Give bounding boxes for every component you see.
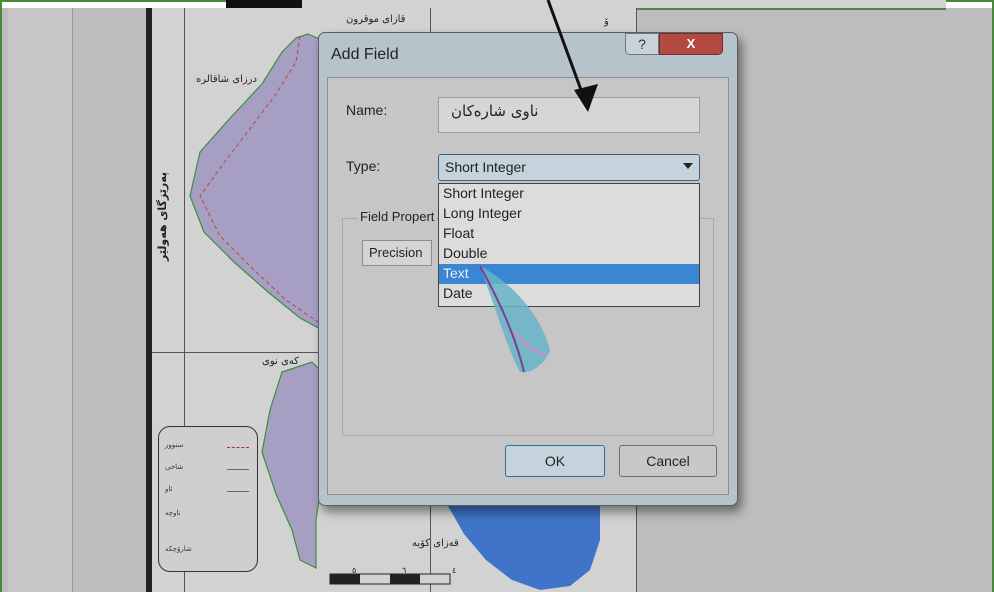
- cancel-button[interactable]: Cancel: [619, 445, 717, 477]
- ruler-tick: ٤: [452, 566, 457, 575]
- legend-item: شاخى: [165, 463, 184, 471]
- legend-item: ناوچە: [165, 509, 181, 517]
- feather-icon: [479, 265, 550, 373]
- map-label-left-upper: درزاى شاقالره: [196, 74, 257, 85]
- precision-cell[interactable]: Precision: [362, 240, 432, 266]
- type-option-double[interactable]: Double: [439, 244, 699, 264]
- type-label: Type:: [346, 158, 381, 174]
- chevron-down-icon[interactable]: [683, 163, 693, 169]
- map-label-vertical: پەرێزگای هەولێر: [156, 171, 170, 262]
- type-option-long-integer[interactable]: Long Integer: [439, 204, 699, 224]
- map-legend: سنوور شاخى ئاو ناوچە شارۆچکە: [158, 426, 258, 572]
- map-label-bottom-center: قەزای کۆیە: [412, 538, 459, 549]
- legend-item: ئاو: [165, 485, 173, 493]
- name-label: Name:: [346, 102, 388, 118]
- legend-item: سنوور: [165, 441, 184, 449]
- field-properties-label: Field Propert: [358, 209, 437, 224]
- ruler-tick: ٥: [352, 566, 357, 575]
- annotation-arrow-icon: [546, 0, 598, 112]
- type-option-float[interactable]: Float: [439, 224, 699, 244]
- dialog-title: Add Field: [331, 46, 399, 63]
- lake-polygon: [448, 506, 600, 590]
- map-label-middle-left: کەی نوى: [262, 356, 299, 367]
- ok-button[interactable]: OK: [505, 445, 605, 477]
- type-select[interactable]: Short Integer: [438, 154, 700, 181]
- legend-item: شارۆچکە: [165, 545, 192, 553]
- map-label-top-center: قازاى موقرون: [346, 14, 406, 25]
- type-select-value: Short Integer: [445, 159, 526, 175]
- district-polygon-lower: [261, 361, 323, 569]
- ruler-tick: ٦: [402, 566, 407, 575]
- close-button[interactable]: X: [659, 33, 723, 55]
- type-option-short-integer[interactable]: Short Integer: [439, 184, 699, 204]
- help-button[interactable]: ?: [625, 33, 659, 55]
